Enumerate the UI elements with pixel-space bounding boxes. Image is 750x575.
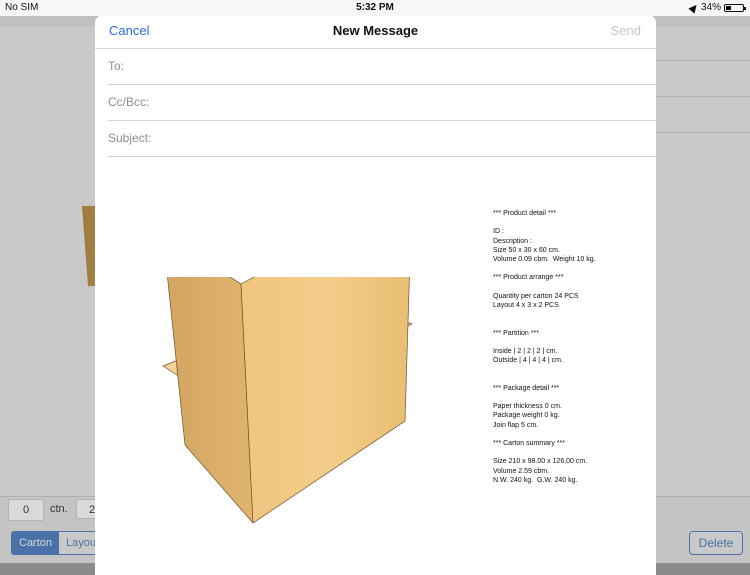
ccbcc-field[interactable]: Cc/Bcc: — [108, 85, 656, 121]
carton-side-face — [167, 277, 254, 523]
view-segmented-control: Carton Layout — [11, 531, 108, 555]
report-line: Size 50 x 30 x 60 cm. — [493, 246, 560, 254]
compose-title: New Message — [332, 23, 419, 38]
report-line: *** Partition *** — [493, 329, 539, 337]
background-panel-row — [656, 26, 750, 61]
carton-front-face — [240, 277, 410, 523]
carton-report-text: *** Product detail *** ID : Description :S… — [493, 209, 643, 485]
delete-button[interactable]: Delete — [689, 531, 743, 555]
battery-fill — [726, 5, 732, 10]
background-panel-row — [656, 98, 750, 133]
report-line: Inside | 2 | 2 | 2 | cm. — [493, 347, 558, 355]
report-line: Volume 2.59 cbm. — [493, 467, 550, 475]
report-line — [493, 393, 643, 402]
report-line: Quantity per carton 24 PCS — [493, 292, 579, 300]
report-line — [493, 338, 643, 347]
report-line — [493, 218, 643, 227]
report-line: ID : — [493, 228, 504, 236]
report-line: Layout 4 x 3 x 2 PCS — [493, 301, 559, 309]
message-body[interactable]: *** Product detail *** ID : Description :S… — [95, 157, 656, 575]
report-line: Description : — [493, 237, 532, 245]
report-line — [493, 264, 643, 273]
status-bar: No SIM 5:32 PM 34% — [0, 0, 750, 16]
report-line: Package weight 0 kg. — [493, 412, 560, 420]
mail-compose-sheet: Cancel New Message Send To: Cc/Bcc: Subj… — [95, 15, 656, 575]
send-button[interactable]: Send — [611, 23, 641, 38]
carton-quantity-field[interactable]: 0 — [8, 499, 44, 521]
subject-field[interactable]: Subject: — [108, 121, 656, 157]
report-line: *** Product detail *** — [493, 210, 557, 217]
report-line: Size 210 x 98.00 x 126.00 cm. — [493, 458, 588, 466]
to-field[interactable]: To: — [108, 49, 656, 85]
ctn-unit-label: ctn. — [50, 503, 68, 515]
report-line — [493, 310, 643, 319]
battery-percent: 34% — [700, 2, 721, 13]
report-line — [493, 283, 643, 292]
subject-label: Subject: — [108, 131, 152, 145]
report-line — [493, 375, 643, 384]
report-line — [493, 319, 643, 328]
report-line: *** Package detail *** — [493, 384, 560, 392]
report-line: Paper thickness 0 cm. — [493, 403, 562, 411]
report-line: Volume 0.09 cbm. Weight 10 kg. — [493, 256, 596, 263]
report-line: N.W. 240 kg. G.W. 240 kg. — [493, 476, 578, 484]
report-line — [493, 430, 643, 439]
background-panel-row — [656, 62, 750, 97]
report-line: Join flap 5 cm. — [493, 421, 539, 429]
report-line: Outside | 4 | 4 | 4 | cm. — [493, 357, 563, 365]
report-line: *** Product arrange *** — [493, 274, 564, 282]
compose-header: Cancel New Message Send — [95, 15, 656, 49]
clock: 5:32 PM — [356, 2, 394, 13]
battery-icon — [724, 3, 746, 12]
location-arrow-icon — [688, 1, 700, 14]
carton-box-image — [162, 277, 413, 523]
ccbcc-label: Cc/Bcc: — [108, 95, 150, 109]
report-line — [493, 365, 643, 374]
status-right: 34% — [688, 1, 746, 14]
report-line — [493, 448, 643, 457]
to-label: To: — [108, 59, 125, 73]
report-line: *** Carton summary *** — [493, 439, 565, 447]
segment-carton[interactable]: Carton — [12, 532, 60, 554]
